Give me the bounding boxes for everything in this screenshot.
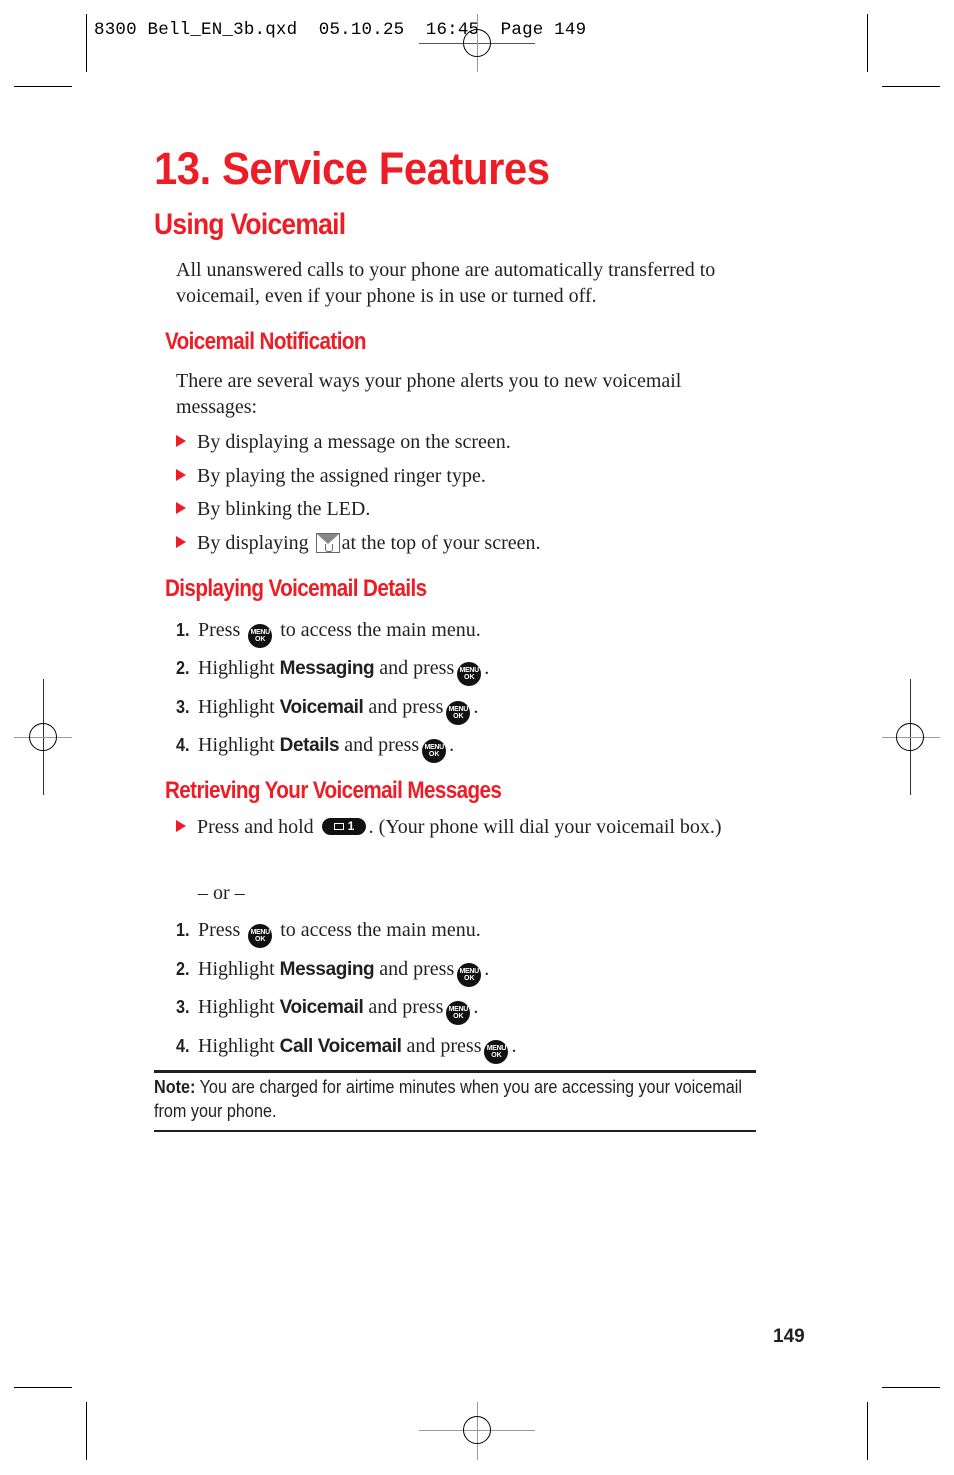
step-text: and press [344, 734, 420, 756]
step-number: 4. [176, 1036, 190, 1056]
step-text: and press [406, 1035, 482, 1057]
retrieving-step: 2. Highlight Messaging and press MENU OK. [176, 956, 489, 987]
step-number: 3. [176, 697, 190, 717]
step-text: Press [198, 919, 241, 941]
retrieving-step: 4. Highlight Call Voicemail and press MENU… [176, 1033, 516, 1064]
step-number: 4. [176, 735, 190, 755]
retrieving-heading: Retrieving Your Voicemail Messages [165, 777, 502, 804]
step-text: Highlight [198, 996, 275, 1018]
crop-mark [882, 1387, 940, 1388]
note-label: Note: [154, 1077, 196, 1097]
step-number: 1. [176, 920, 190, 940]
or-separator: – or – [198, 882, 245, 904]
note-top-rule [154, 1070, 756, 1073]
bullet-arrow-icon [176, 536, 186, 548]
retrieving-bullet: Press and hold 1. (Your phone will dial … [176, 814, 736, 840]
menu-ok-key-icon: MENU OK [484, 1040, 509, 1064]
crop-mark [867, 1402, 868, 1460]
notification-bullet: By blinking the LED. [176, 496, 370, 522]
step-text: Highlight [198, 696, 275, 718]
bullet-text: By playing the assigned ringer type. [197, 465, 486, 487]
crop-mark [86, 14, 87, 72]
note: Note: You are charged for airtime minute… [154, 1075, 757, 1123]
step-number: 1. [176, 620, 190, 640]
step-text: and press [379, 958, 455, 980]
bullet-arrow-icon [176, 502, 186, 514]
step-text: Highlight [198, 958, 275, 980]
crop-mark [86, 1402, 87, 1460]
step-text: to access the main menu. [280, 619, 481, 641]
voicemail-key-1-icon: 1 [321, 818, 366, 835]
bullet-text: . (Your phone will dial your voicemail b… [368, 816, 722, 838]
retrieving-step: 3. Highlight Voicemail and press MENU OK. [176, 994, 478, 1025]
step-number: 3. [176, 997, 190, 1017]
page-number: 149 [773, 1326, 805, 1347]
section-title: Using Voicemail [154, 208, 346, 241]
notification-bullet: By displaying at the top of your screen. [176, 530, 541, 556]
notification-bullet: By playing the assigned ringer type. [176, 463, 486, 489]
bullet-arrow-icon [176, 820, 186, 832]
step-text: and press [379, 657, 455, 679]
crop-mark [14, 86, 72, 87]
step-number: 2. [176, 658, 190, 678]
menu-item-name: Voicemail [279, 997, 364, 1018]
menu-item-name: Voicemail [279, 697, 364, 718]
menu-ok-key-icon: MENU OK [457, 963, 482, 987]
step-text: Highlight [198, 734, 275, 756]
chapter-title: 13. Service Features [154, 143, 550, 194]
step-number: 2. [176, 959, 190, 979]
menu-item-name: Messaging [279, 658, 375, 679]
step-text: to access the main menu. [280, 919, 481, 941]
bullet-text: By displaying a message on the screen. [197, 431, 511, 453]
notification-bullet: By displaying a message on the screen. [176, 429, 511, 455]
step-text: and press [368, 696, 444, 718]
menu-ok-key-icon: MENU OK [422, 739, 447, 763]
step-text: Highlight [198, 657, 275, 679]
crop-mark [14, 1387, 72, 1388]
notification-heading: Voicemail Notification [165, 328, 366, 355]
bullet-arrow-icon [176, 469, 186, 481]
menu-ok-key-icon: MENU OK [457, 662, 482, 686]
details-step: 2. Highlight Messaging and press MENU OK. [176, 655, 489, 686]
file-slug: 8300 Bell_EN_3b.qxd 05.10.25 16:45 Page … [94, 20, 587, 40]
crop-mark [867, 14, 868, 72]
menu-item-name: Call Voicemail [279, 1036, 402, 1057]
note-text: You are charged for airtime minutes when… [154, 1077, 742, 1121]
bullet-text: Press and hold [197, 816, 314, 838]
bullet-text: at the top of your screen. [341, 532, 541, 554]
details-step: 1. Press MENU OK to access the main menu. [176, 617, 481, 648]
bullet-text: By displaying [197, 532, 309, 554]
menu-ok-key-icon: MENU OK [248, 924, 273, 948]
menu-item-name: Messaging [279, 959, 375, 980]
details-step: 3. Highlight Voicemail and press MENU OK. [176, 694, 478, 725]
menu-ok-key-icon: MENU OK [248, 624, 273, 648]
note-bottom-rule [154, 1130, 756, 1132]
step-text: Highlight [198, 1035, 275, 1057]
bullet-text: By blinking the LED. [197, 498, 371, 520]
details-step: 4. Highlight Details and press MENU OK. [176, 732, 454, 763]
notification-intro: There are several ways your phone alerts… [176, 370, 682, 418]
crop-mark [882, 86, 940, 87]
step-text: Press [198, 619, 241, 641]
intro-paragraph: All unanswered calls to your phone are a… [176, 259, 716, 307]
menu-item-name: Details [279, 735, 340, 756]
details-heading: Displaying Voicemail Details [165, 575, 427, 602]
menu-ok-key-icon: MENU OK [446, 1001, 471, 1025]
menu-ok-key-icon: MENU OK [446, 701, 471, 725]
retrieving-step: 1. Press MENU OK to access the main menu. [176, 917, 481, 948]
step-text: and press [368, 996, 444, 1018]
voicemail-envelope-icon [315, 533, 340, 553]
bullet-arrow-icon [176, 435, 186, 447]
